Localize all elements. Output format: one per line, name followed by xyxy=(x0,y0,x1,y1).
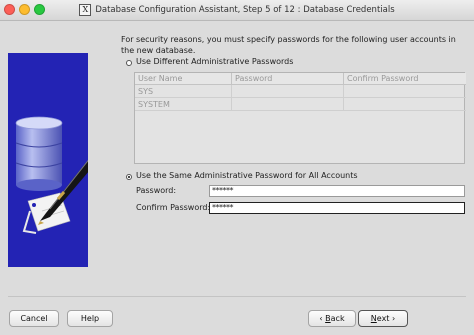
button-separator xyxy=(8,296,466,297)
back-label-rest: ack xyxy=(330,314,345,323)
table-cell-confirm-sys[interactable] xyxy=(344,85,466,98)
next-label-rest: ext xyxy=(376,314,390,323)
intro-text: For security reasons, you must specify p… xyxy=(121,35,456,55)
database-cylinder-icon xyxy=(16,123,62,185)
column-header-password: Password xyxy=(232,73,344,85)
confirm-password-label: Confirm Password: xyxy=(136,203,211,212)
chevron-left-icon: ‹ xyxy=(319,314,323,323)
table-cell-password-sys[interactable] xyxy=(232,85,344,98)
column-header-confirm-password: Confirm Password xyxy=(344,73,466,85)
use-same-password-radio[interactable] xyxy=(126,174,132,180)
password-input[interactable]: ****** xyxy=(209,185,465,197)
help-button[interactable]: Help xyxy=(67,310,113,327)
accounts-table: User Name Password Confirm Password SYS … xyxy=(134,72,466,164)
table-cell-password-system[interactable] xyxy=(232,98,344,111)
x-window-icon: X xyxy=(79,4,92,16)
table-cell-user-sys: SYS xyxy=(135,85,232,98)
next-button[interactable]: Next › xyxy=(358,310,408,327)
table-cell-confirm-system[interactable] xyxy=(344,98,466,111)
use-different-passwords-radio[interactable] xyxy=(126,60,132,66)
database-pen-graphic xyxy=(15,116,88,234)
column-header-user-name: User Name xyxy=(135,73,232,85)
use-same-password-label[interactable]: Use the Same Administrative Password for… xyxy=(136,171,358,180)
password-label: Password: xyxy=(136,186,177,195)
confirm-password-input[interactable]: ****** xyxy=(209,202,465,214)
database-pen-illustration xyxy=(8,53,88,267)
dialog-window: X Database Configuration Assistant, Step… xyxy=(0,0,474,335)
use-different-passwords-label[interactable]: Use Different Administrative Passwords xyxy=(136,57,293,66)
cancel-button[interactable]: Cancel xyxy=(9,310,59,327)
window-title: Database Configuration Assistant, Step 5… xyxy=(95,5,395,15)
title-bar: X Database Configuration Assistant, Step… xyxy=(0,0,474,21)
chevron-right-icon: › xyxy=(391,314,396,323)
table-cell-user-system: SYSTEM xyxy=(135,98,232,111)
back-button[interactable]: ‹ Back xyxy=(308,310,356,327)
